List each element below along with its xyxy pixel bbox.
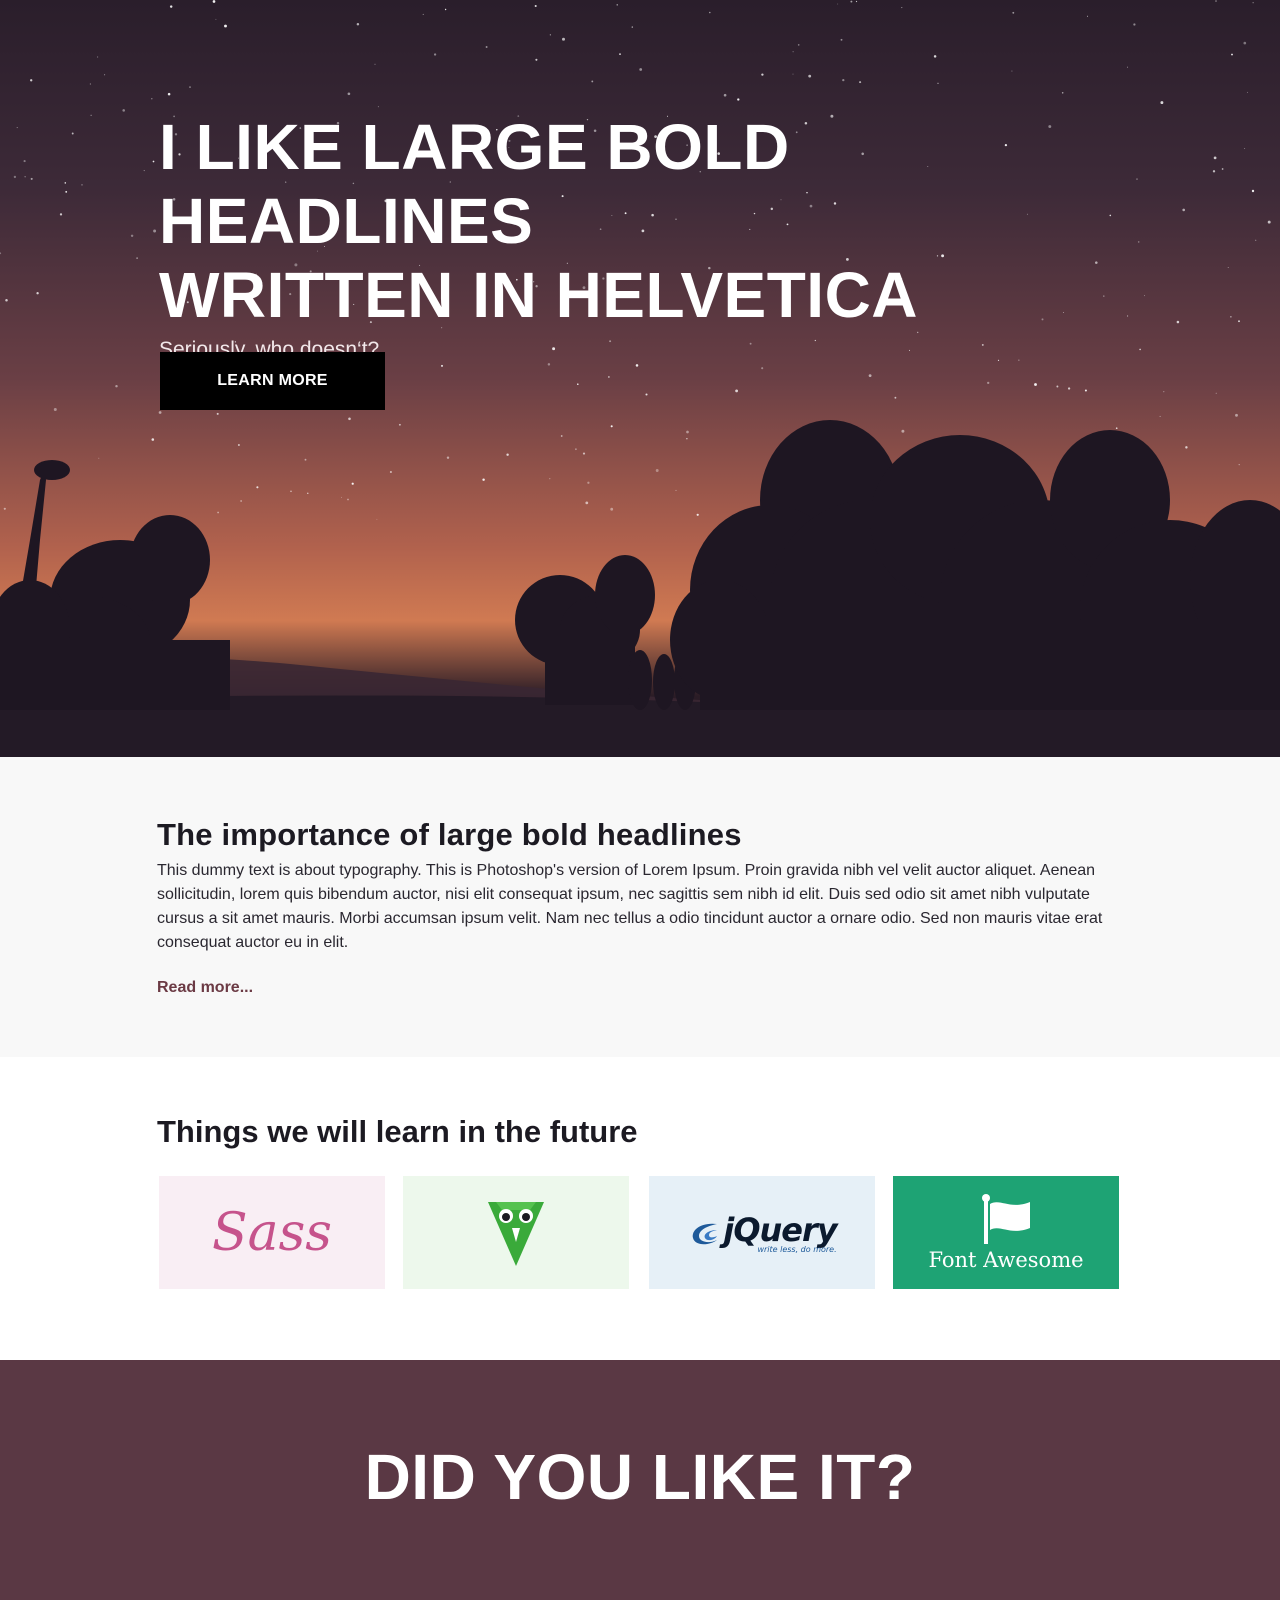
jquery-swirl-icon [693,1223,718,1244]
jquery-wordmark: jQuery [723,1211,837,1249]
tech-tiles: Sass jQuery write less, do more. Font Aw… [159,1176,1280,1289]
hero-title-line1: I LIKE LARGE BOLD HEADLINES [159,111,790,257]
font-awesome-label: Font Awesome [928,1247,1084,1272]
cta-heading: DID YOU LIKE IT? [364,1441,916,1513]
bourbon-owl-logo [488,1201,544,1266]
sass-logo: Sass [212,1202,332,1263]
flag-icon [982,1193,1030,1244]
article-section: The importance of large bold headlines T… [0,757,1280,1057]
future-heading: Things we will learn in the future [157,1114,638,1149]
jquery-logo: jQuery write less, do more. [687,1211,838,1254]
hero-title: I LIKE LARGE BOLD HEADLINES WRITTEN IN H… [159,110,1159,332]
cta-section: DID YOU LIKE IT? [0,1360,1280,1600]
tile-sass[interactable]: Sass [159,1176,385,1289]
hero-content: I LIKE LARGE BOLD HEADLINES WRITTEN IN H… [159,110,1159,362]
tile-jquery[interactable]: jQuery write less, do more. [649,1176,875,1289]
tile-font-awesome[interactable]: Font Awesome [893,1176,1119,1289]
future-section: Things we will learn in the future Sass [0,1057,1280,1360]
read-more-link[interactable]: Read more... [157,979,253,997]
article-heading: The importance of large bold headlines [157,817,742,852]
hero-section: I LIKE LARGE BOLD HEADLINES WRITTEN IN H… [0,0,1280,757]
article-body: This dummy text is about typography. Thi… [157,862,1103,951]
learn-more-button[interactable]: LEARN MORE [160,352,385,410]
hero-title-line2: WRITTEN IN HELVETICA [159,259,918,331]
tile-bourbon[interactable] [403,1176,629,1289]
